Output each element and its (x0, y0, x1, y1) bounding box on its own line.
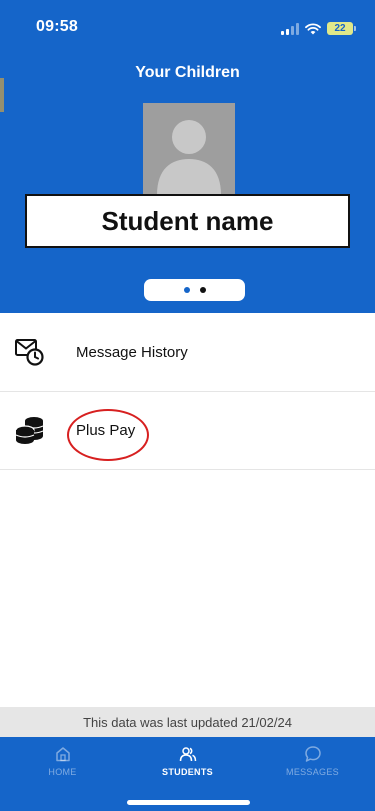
student-pager[interactable] (144, 279, 245, 301)
coins-icon (15, 417, 44, 444)
battery-level: 22 (334, 23, 346, 34)
signal-icon (281, 22, 299, 35)
tab-home[interactable]: HOME (0, 745, 125, 777)
menu-item-plus-pay[interactable]: Plus Pay (0, 392, 375, 470)
student-name: Student name (101, 205, 274, 236)
tab-messages[interactable]: MESSAGES (250, 745, 375, 777)
avatar-placeholder-icon (143, 103, 235, 195)
status-time: 09:58 (36, 18, 78, 35)
tab-label: MESSAGES (286, 767, 339, 777)
home-icon (55, 747, 70, 762)
tab-label: HOME (48, 767, 77, 777)
home-indicator[interactable] (127, 800, 250, 805)
menu-item-message-history[interactable]: Message History (0, 314, 375, 392)
pager-dot[interactable] (199, 287, 206, 293)
student-name-box: Student name (25, 194, 350, 248)
menu-item-label: Message History (76, 344, 188, 361)
last-updated-bar: This data was last updated 21/02/24 (0, 707, 375, 737)
edge-marker (0, 78, 4, 112)
battery-icon: 22 (327, 22, 356, 35)
tab-students[interactable]: STUDENTS (125, 745, 250, 777)
last-updated-text: This data was last updated 21/02/24 (83, 714, 292, 730)
message-history-icon (15, 339, 44, 366)
status-icons: 22 (281, 22, 356, 35)
children-header: 09:58 22 Your Children Student name (0, 0, 375, 313)
message-bubble-icon (304, 746, 321, 762)
students-icon (179, 747, 196, 762)
page-title: Your Children (135, 64, 240, 81)
pager-dot-active[interactable] (183, 287, 190, 293)
wifi-icon (305, 22, 321, 34)
bottom-tab-bar: HOME STUDENTS MESSAGES (0, 737, 375, 811)
tab-label: STUDENTS (162, 767, 213, 777)
red-circle-annotation (67, 409, 149, 461)
status-bar: 09:58 22 (0, 0, 375, 54)
